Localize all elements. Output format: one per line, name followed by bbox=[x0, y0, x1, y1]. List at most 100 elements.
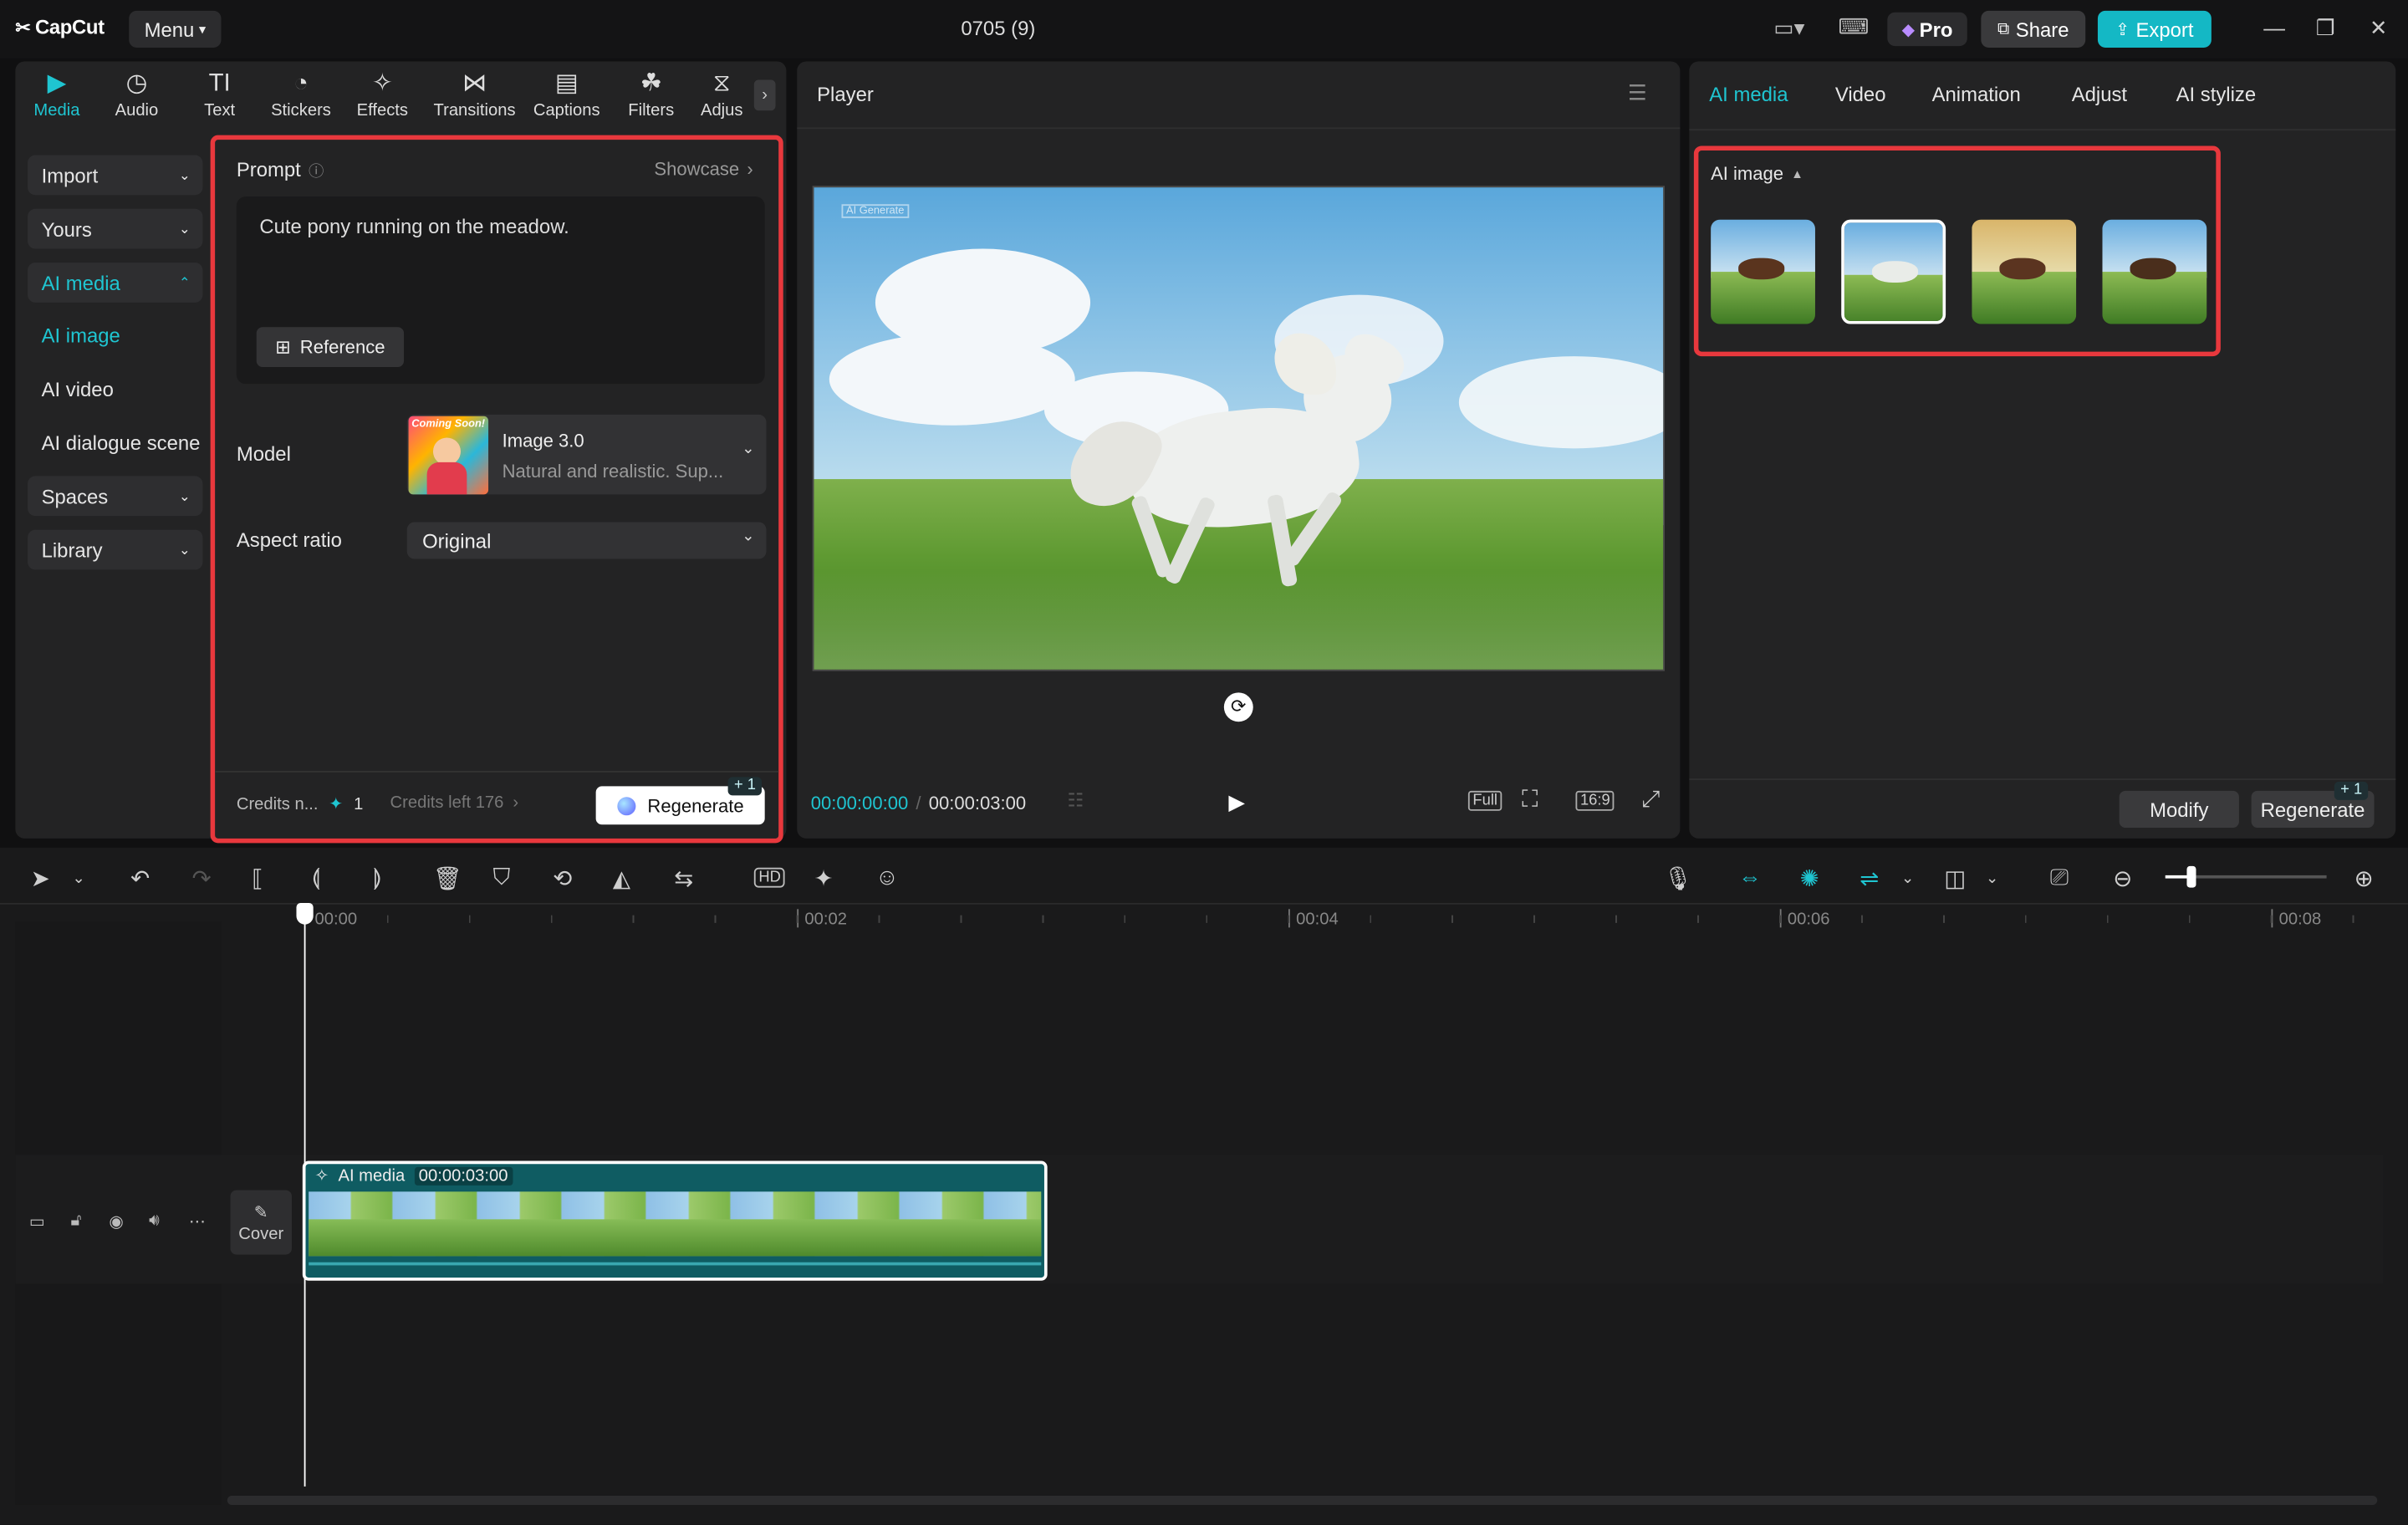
modify-button[interactable]: Modify bbox=[2120, 791, 2239, 828]
tab-ai-stylize[interactable]: AI stylize bbox=[2176, 83, 2257, 106]
close-icon[interactable]: ✕ bbox=[2370, 15, 2388, 41]
timeline-scrollbar[interactable] bbox=[227, 1496, 2377, 1505]
chevron-down-icon[interactable]: ⌄ bbox=[72, 870, 84, 887]
tool-effects[interactable]: ✧Effects bbox=[341, 61, 424, 129]
tool-transitions[interactable]: ⋈Transitions bbox=[431, 61, 518, 129]
chevron-down-icon: ⌄ bbox=[179, 487, 191, 504]
more-icon[interactable]: ⋯ bbox=[189, 1211, 206, 1232]
timecode-icon[interactable]: ☷ bbox=[1068, 789, 1084, 811]
tool-captions[interactable]: ▤Captions bbox=[525, 61, 608, 129]
link-icon[interactable]: ⇌ bbox=[1860, 865, 1879, 892]
pro-button[interactable]: ◆Pro bbox=[1887, 13, 1967, 46]
tab-adjust[interactable]: Adjust bbox=[2072, 83, 2127, 106]
microphone-icon[interactable]: 🎙 bbox=[1663, 865, 1692, 892]
minimize-icon[interactable]: — bbox=[2263, 15, 2285, 39]
zoom-slider-thumb[interactable] bbox=[2186, 866, 2196, 888]
ratio-button[interactable]: 16:9 bbox=[1575, 791, 1615, 811]
sidebar-item-ai-media[interactable]: AI media⌃ bbox=[28, 263, 202, 303]
mirror-icon[interactable]: ◭ bbox=[613, 865, 630, 892]
snap-icon[interactable]: ✺ bbox=[1800, 865, 1819, 892]
tab-ai-media[interactable]: AI media bbox=[1709, 83, 1788, 106]
hamburger-icon[interactable]: ☰ bbox=[1628, 80, 1647, 106]
captions-icon: ▤ bbox=[555, 71, 579, 95]
split-icon[interactable]: ⟦ bbox=[252, 865, 263, 892]
sidebar-item-ai-video[interactable]: AI video bbox=[42, 378, 114, 401]
timeline-clip[interactable]: ✧ AI media 00:00:03:00 bbox=[303, 1161, 1048, 1281]
fullscreen-icon[interactable]: ⤢ bbox=[1641, 786, 1660, 812]
tool-adjust[interactable]: ⧖Adjus bbox=[691, 61, 752, 129]
tool-filters[interactable]: ☘Filters bbox=[610, 61, 692, 129]
tool-media[interactable]: ▶Media bbox=[15, 61, 98, 129]
audio-icon: ◷ bbox=[126, 71, 148, 95]
zoom-in-icon[interactable]: ⊕ bbox=[2354, 865, 2374, 892]
generated-image-thumb[interactable] bbox=[1972, 220, 2076, 324]
redo-icon[interactable]: ↷ bbox=[192, 865, 212, 892]
lock-icon[interactable]: 🔓︎ bbox=[70, 1211, 81, 1232]
split-screen-icon[interactable]: ◫ bbox=[1944, 865, 1966, 892]
playhead[interactable] bbox=[304, 906, 306, 1487]
tool-audio[interactable]: ◷Audio bbox=[95, 61, 178, 129]
sidebar-item-spaces[interactable]: Spaces⌄ bbox=[28, 476, 202, 516]
sidebar-item-yours[interactable]: Yours⌄ bbox=[28, 209, 202, 249]
track-video-icon[interactable]: ▭ bbox=[29, 1211, 45, 1232]
sidebar-item-import[interactable]: Import⌄ bbox=[28, 156, 202, 196]
sidebar-item-library[interactable]: Library⌄ bbox=[28, 530, 202, 570]
rotate-icon[interactable]: ⟳ bbox=[1224, 692, 1253, 722]
hd-icon[interactable]: HD bbox=[754, 868, 786, 888]
tab-video[interactable]: Video bbox=[1835, 83, 1886, 106]
share-button[interactable]: ⧉Share bbox=[1981, 11, 2085, 48]
eye-icon[interactable]: ◉ bbox=[109, 1211, 124, 1232]
split-right-icon[interactable]: ⟭ bbox=[373, 865, 381, 890]
chevron-down-icon[interactable]: ⌄ bbox=[1901, 870, 1914, 887]
speaker-icon[interactable]: 🔊︎ bbox=[149, 1211, 160, 1232]
select-tool-icon[interactable]: ➤ bbox=[31, 865, 50, 892]
main-track-link-icon[interactable]: ⇔ bbox=[1738, 865, 1762, 890]
cover-button[interactable]: ✎Cover bbox=[231, 1190, 292, 1254]
thumb-grass bbox=[2102, 272, 2206, 324]
menu-button[interactable]: Menu▾ bbox=[129, 11, 221, 48]
regenerate-credit-badge: + 1 bbox=[728, 777, 763, 795]
zoom-frame-icon[interactable]: ⛶ bbox=[1522, 786, 1538, 812]
time-display: 00:00:00:00 / 00:00:03:00 bbox=[811, 793, 1026, 814]
chevron-down-icon[interactable]: ⌄ bbox=[1986, 870, 1998, 887]
generated-image-thumb[interactable] bbox=[2102, 220, 2206, 324]
split-left-icon[interactable]: ⟬ bbox=[312, 865, 320, 890]
tab-animation[interactable]: Animation bbox=[1932, 83, 2021, 106]
preview-canvas[interactable]: AI Generate bbox=[813, 186, 1665, 671]
reverse-icon[interactable]: ⇆ bbox=[674, 865, 693, 892]
credits-needed: Credits n...✦1 bbox=[237, 794, 364, 814]
zoom-out-icon[interactable]: ⊖ bbox=[2113, 865, 2132, 892]
aspect-ratio-label: Aspect ratio bbox=[237, 528, 342, 552]
magic-wand-icon[interactable]: ✦ bbox=[814, 865, 833, 892]
sidebar-item-ai-image[interactable]: AI image bbox=[42, 324, 120, 348]
marker-icon[interactable]: ⛉ bbox=[493, 865, 511, 890]
delete-icon[interactable]: 🗑 bbox=[433, 865, 462, 892]
tool-text[interactable]: TIText bbox=[178, 61, 261, 129]
layout-icon[interactable]: ▭▾ bbox=[1773, 15, 1804, 41]
ai-person-icon[interactable]: ☺ bbox=[875, 865, 899, 890]
shortcut-icon[interactable]: ⌨ bbox=[1839, 14, 1870, 40]
ai-image-section-toggle[interactable]: AI image▲ bbox=[1711, 163, 1803, 185]
preview-axis-icon[interactable]: ⎚ bbox=[2050, 865, 2069, 890]
reference-button[interactable]: ⊞Reference bbox=[257, 327, 404, 367]
playhead-handle[interactable] bbox=[296, 903, 313, 925]
crop-icon[interactable]: ⟲ bbox=[553, 865, 572, 892]
undo-icon[interactable]: ↶ bbox=[130, 865, 150, 892]
export-button[interactable]: ⇪Export bbox=[2098, 11, 2212, 48]
full-quality-button[interactable]: Full bbox=[1468, 791, 1502, 811]
credits-left-link[interactable]: Credits left 176› bbox=[390, 794, 519, 813]
restore-icon[interactable]: ❐ bbox=[2316, 15, 2335, 41]
sidebar-item-ai-dialogue[interactable]: AI dialogue scene bbox=[42, 431, 201, 455]
ai-watermark: AI Generate bbox=[842, 204, 909, 218]
showcase-link[interactable]: Showcase› bbox=[654, 158, 752, 180]
chevron-right-icon: › bbox=[513, 794, 518, 813]
tool-stickers[interactable]: ◔Stickers bbox=[259, 61, 342, 129]
play-icon[interactable]: ▶ bbox=[1228, 789, 1245, 815]
generated-image-thumb-selected[interactable] bbox=[1841, 220, 1946, 324]
aspect-ratio-select[interactable]: Original bbox=[407, 522, 767, 558]
generated-image-thumb[interactable] bbox=[1711, 220, 1815, 324]
clip-header: ✧ AI media 00:00:03:00 bbox=[315, 1165, 513, 1186]
chevron-down-icon: ⌄ bbox=[179, 541, 191, 558]
adjust-icon: ⧖ bbox=[713, 71, 731, 95]
toolstrip-next-button[interactable]: › bbox=[754, 80, 776, 111]
